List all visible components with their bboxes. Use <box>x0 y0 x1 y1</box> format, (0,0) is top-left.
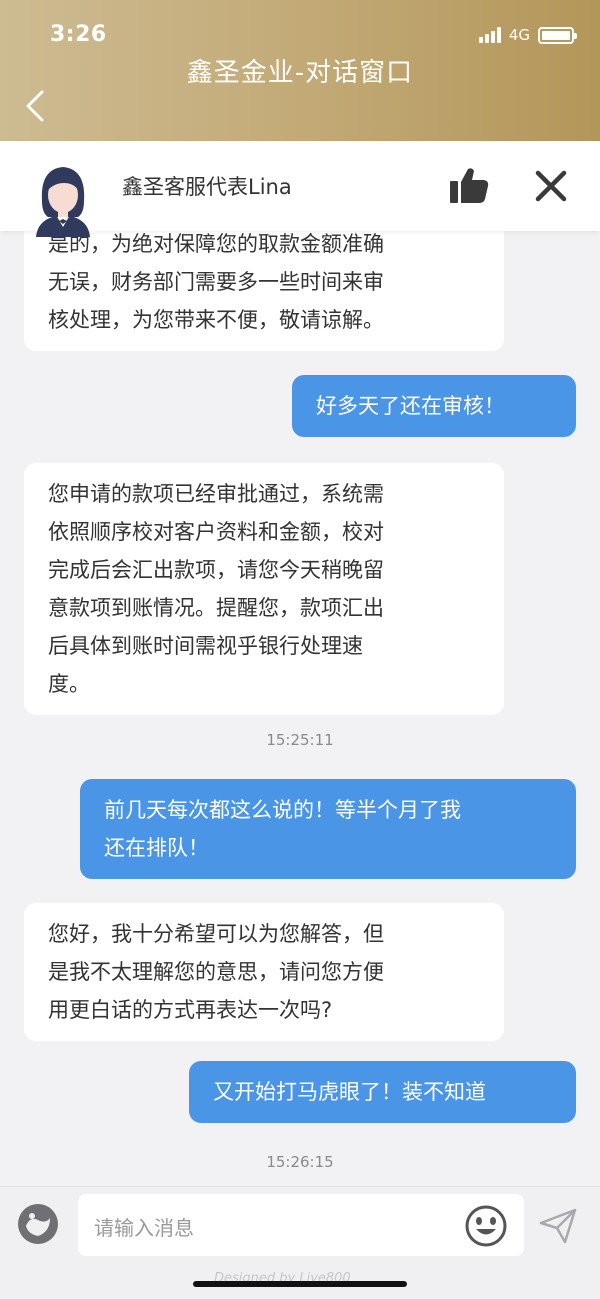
message-input-placeholder: 请输入消息 <box>94 1216 194 1240</box>
network-label: 4G <box>508 26 530 44</box>
signal-icon <box>478 27 501 43</box>
agent-name: 鑫圣客服代表Lina <box>122 175 292 199</box>
status-time: 3:26 <box>50 22 107 47</box>
home-indicator <box>193 1281 407 1287</box>
message-list[interactable]: 是的，为绝对保障您的取款金额准确 无误，财务部门需要多一些时间来审 核处理，为您… <box>0 231 600 1186</box>
thumbs-up-icon <box>450 168 489 203</box>
battery-level <box>542 30 570 40</box>
chevron-left-icon <box>26 90 44 122</box>
close-icon <box>535 170 567 202</box>
agent-message: 您申请的款项已经审批通过，系统需 依照顺序校对客户资料和金额，校对 完成后会汇出… <box>24 463 504 715</box>
send-button[interactable] <box>538 1206 578 1246</box>
message-line: 核处理，为您带来不便，敬请谅解。 <box>48 308 384 332</box>
message-line: 好多天了还在审核！ <box>316 394 505 418</box>
page-title: 鑫圣金业-对话窗口 <box>186 58 414 88</box>
input-bar: 请输入消息 Designed by Live800 <box>0 1186 600 1299</box>
battery-icon <box>538 26 577 44</box>
avatar <box>28 161 98 239</box>
message-line: 完成后会汇出款项，请您今天稍晚留 <box>48 558 384 582</box>
emoji-panel-icon <box>18 1204 58 1244</box>
message-line: 您好，我十分希望可以为您解答，但 <box>48 922 384 946</box>
like-button[interactable] <box>448 165 490 205</box>
message-line: 是的，为绝对保障您的取款金额准确 <box>48 232 384 256</box>
user-message: 前几天每次都这么说的！等半个月了我 还在排队！ <box>80 779 576 879</box>
message-line: 后具体到账时间需视乎银行处理速 <box>48 634 363 658</box>
timestamp: 15:25:11 <box>266 731 334 749</box>
close-button[interactable] <box>534 169 568 203</box>
agent-message: 是的，为绝对保障您的取款金额准确 无误，财务部门需要多一些时间来审 核处理，为您… <box>24 231 504 351</box>
agent-avatar-icon <box>36 167 90 237</box>
user-message: 好多天了还在审核！ <box>292 375 576 437</box>
agent-bar: 鑫圣客服代表Lina <box>0 141 600 237</box>
title-bar: 3:26 4G 鑫圣金业-对话窗口 <box>0 0 600 141</box>
message-line: 度。 <box>48 672 90 696</box>
message-line: 意款项到账情况。提醒您，款项汇出 <box>48 596 384 620</box>
message-line: 还在排队！ <box>104 836 209 860</box>
agent-message: 您好，我十分希望可以为您解答，但 是我不太理解您的意思，请问您方便 用更白话的方… <box>24 903 504 1041</box>
message-line: 用更白话的方式再表达一次吗? <box>48 998 333 1022</box>
message-line: 是我不太理解您的意思，请问您方便 <box>48 960 384 984</box>
message-line: 依照顺序校对客户资料和金额，校对 <box>48 520 384 544</box>
message-line: 又开始打马虎眼了！装不知道 <box>213 1080 486 1104</box>
emoji-toggle-button[interactable] <box>16 1202 60 1246</box>
status-indicators: 4G <box>478 26 577 44</box>
message-line: 前几天每次都这么说的！等半个月了我 <box>104 798 461 822</box>
smiley-icon <box>465 1205 507 1247</box>
emoji-button[interactable] <box>464 1204 508 1248</box>
message-line: 您申请的款项已经审批通过，系统需 <box>48 482 384 506</box>
message-input[interactable]: 请输入消息 <box>78 1194 524 1256</box>
user-message: 又开始打马虎眼了！装不知道 <box>189 1061 576 1123</box>
back-button[interactable] <box>22 88 52 124</box>
send-icon <box>539 1208 577 1244</box>
timestamp: 15:26:15 <box>266 1153 334 1171</box>
message-line: 无误，财务部门需要多一些时间来审 <box>48 270 384 294</box>
